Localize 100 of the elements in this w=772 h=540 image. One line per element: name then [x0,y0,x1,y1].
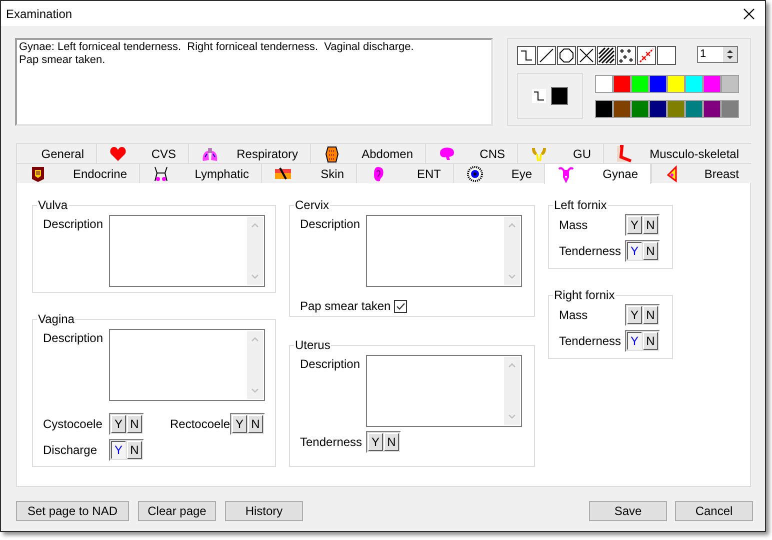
toggle-button[interactable]: N [127,441,142,459]
color-swatch[interactable] [720,100,739,118]
toggle-button[interactable]: Y [111,415,126,433]
tab[interactable]: Respiratory [188,143,310,163]
skin-layers-icon [274,164,292,182]
color-swatch[interactable] [720,75,739,93]
toggle-button[interactable]: Y [627,306,642,324]
toggle-button[interactable]: N [384,433,399,451]
scrollbar-icon [504,217,520,285]
tab[interactable]: CNS [425,143,517,163]
circle-tool-icon[interactable] [556,46,576,65]
dialog-button[interactable]: History [225,501,303,521]
field-label: Mass [559,217,589,234]
color-swatch[interactable] [684,100,703,118]
uterus-icon [557,165,575,183]
color-swatch[interactable] [612,100,631,118]
curve-icon [532,89,546,103]
toggle-button[interactable]: N [643,216,658,234]
field-label: Cystocoele [43,416,104,433]
dialog-button[interactable]: Save [589,501,667,521]
scrollbar-icon [247,217,263,285]
group-title: Left fornix [553,199,608,212]
curve-tool-icon[interactable] [516,46,536,65]
notes-field[interactable]: Gynae: Left forniceal tenderness. Right forniceal tenderness. Vaginal discharge. Pap smear taken. [15,38,493,126]
tab[interactable]: Eye [453,163,544,183]
brain-icon [438,144,456,162]
color-swatch[interactable] [702,100,721,118]
toggle-button[interactable]: Y [627,242,642,260]
current-color-swatch [550,87,568,105]
hatch-tool-icon[interactable] [596,46,616,65]
color-swatch[interactable] [594,100,613,118]
field-label: Description [300,356,362,373]
color-swatch[interactable] [630,75,649,93]
dialog-button[interactable]: Clear page [138,501,216,521]
line-width-value: 1 [698,47,706,62]
line-tool-icon[interactable] [536,46,556,65]
field-label: Tenderness [559,333,622,350]
description-field[interactable] [366,215,522,287]
group-title: Right fornix [553,289,616,302]
scrollbar-icon [504,357,520,425]
description-field[interactable] [109,215,265,287]
dashed-line-tool-icon[interactable] [636,46,656,65]
field-label: Description [43,330,104,347]
field-label: Mass [559,307,589,324]
field-label: Discharge [43,442,98,459]
tab[interactable]: GU [517,143,603,163]
group-title: Vulva [37,199,69,212]
checkbox-label: Pap smear taken [300,298,392,315]
color-swatch[interactable] [594,75,613,93]
color-swatch[interactable] [702,75,721,93]
leg-icon [616,144,634,162]
spin-arrows-icon[interactable] [722,47,737,62]
color-swatch[interactable] [648,100,667,118]
color-swatch[interactable] [648,75,667,93]
tab[interactable]: CVS [96,143,188,163]
field-label: Tenderness [300,434,364,451]
tab[interactable]: ENT [356,163,453,183]
field-label: Rectocoele [170,416,230,433]
toggle-button[interactable]: Y [368,433,383,451]
tab[interactable]: Gynae [544,163,651,184]
color-swatch[interactable] [630,100,649,118]
group-title: Uterus [294,339,332,352]
field-label: Tenderness [559,243,622,260]
dialog-button[interactable]: Cancel [675,501,753,521]
field-label: Description [300,216,362,233]
scrollbar-icon [247,331,263,399]
field-label: Description [43,216,104,233]
tab[interactable]: Skin [261,163,356,183]
line-width-spinner[interactable]: 1 [696,46,738,63]
group-title: Vagina [37,313,76,326]
color-swatch[interactable] [666,100,685,118]
toggle-button[interactable]: Y [627,216,642,234]
description-field[interactable] [366,355,522,427]
color-swatch[interactable] [612,75,631,93]
tab[interactable]: Lymphatic [139,163,261,183]
blank-tool-icon[interactable] [656,46,676,65]
thyroid-icon [29,164,47,182]
tab[interactable]: Musculo-skeletal [603,143,751,163]
toggle-button[interactable]: N [643,306,658,324]
tab[interactable]: Breast [651,163,751,183]
toggle-button[interactable]: N [248,415,263,433]
tab[interactable]: General [16,143,96,163]
window-title: Examination [6,6,72,22]
dialog-button[interactable]: Set page to NAD [16,501,129,521]
heart-icon [109,144,127,162]
checkbox[interactable] [394,300,407,312]
color-swatch[interactable] [684,75,703,93]
close-icon[interactable] [743,8,755,20]
toggle-button[interactable]: Y [111,441,126,459]
toggle-button[interactable]: N [643,242,658,260]
tab[interactable]: Abdomen [310,143,425,163]
toggle-button[interactable]: Y [627,332,642,350]
description-field[interactable] [109,329,265,401]
color-swatch[interactable] [666,75,685,93]
toggle-button[interactable]: N [643,332,658,350]
toggle-button[interactable]: Y [232,415,247,433]
scatter-tool-icon[interactable] [616,46,636,65]
cross-tool-icon[interactable] [576,46,596,65]
toggle-button[interactable]: N [127,415,142,433]
tab[interactable]: Endocrine [16,163,139,183]
